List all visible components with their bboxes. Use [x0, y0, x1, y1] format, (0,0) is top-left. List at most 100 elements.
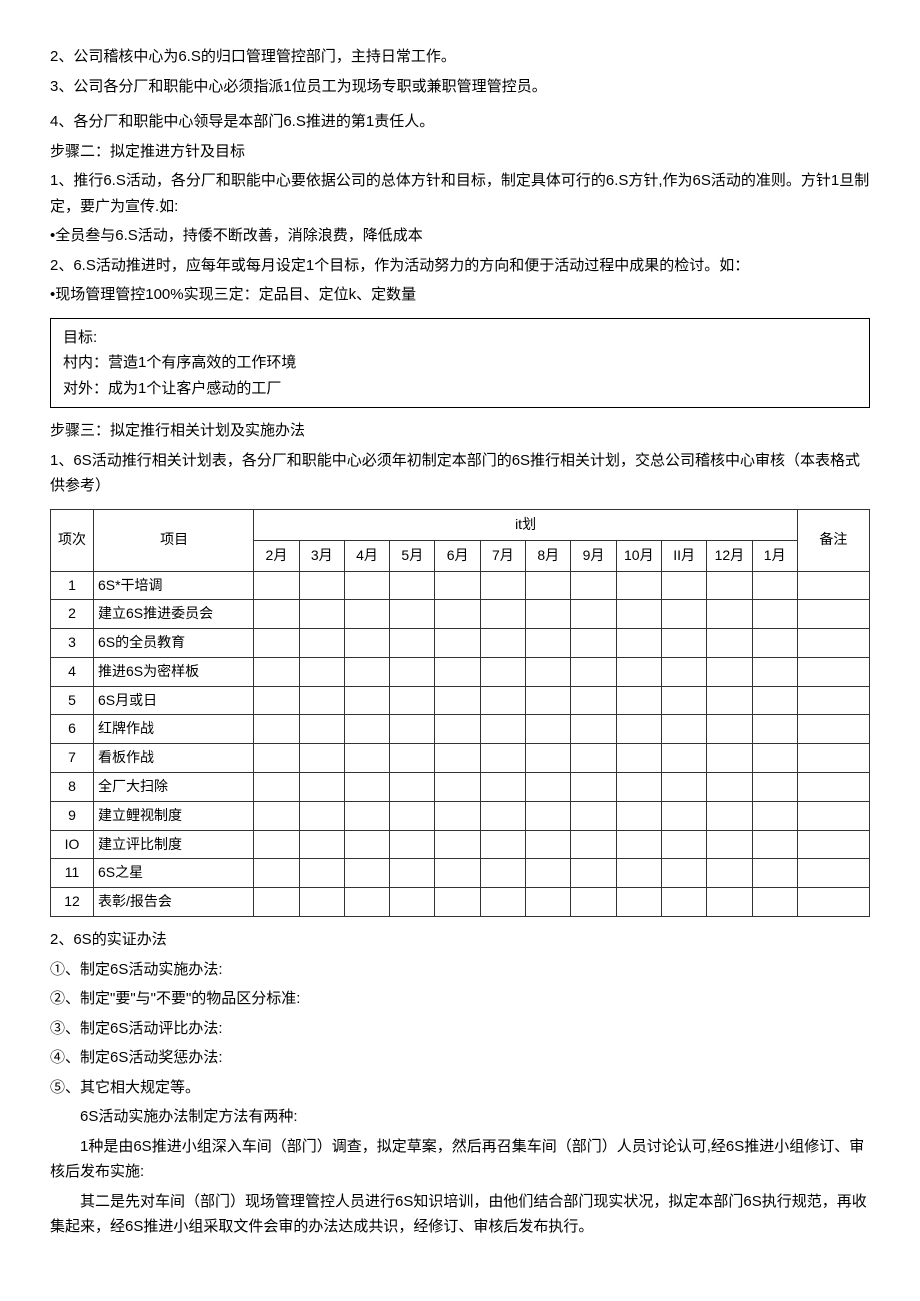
cell-month	[616, 773, 661, 802]
cell-remark	[797, 830, 869, 859]
cell-month	[526, 715, 571, 744]
paragraph: ②、制定"要"与"不要"的物品区分标准:	[50, 986, 870, 1012]
table-row: 36S的全员教育	[51, 629, 870, 658]
cell-seq: 1	[51, 571, 94, 600]
cell-month	[752, 773, 797, 802]
cell-month	[707, 773, 752, 802]
cell-month	[661, 600, 706, 629]
cell-month	[299, 715, 344, 744]
cell-month	[390, 859, 435, 888]
cell-item: 6S的全员教育	[93, 629, 253, 658]
cell-month	[571, 801, 616, 830]
cell-month	[661, 744, 706, 773]
box-line: 目标:	[63, 325, 857, 351]
cell-month	[254, 830, 299, 859]
cell-item: 6S*干培调	[93, 571, 253, 600]
cell-month	[435, 830, 480, 859]
cell-month	[752, 657, 797, 686]
cell-seq: 6	[51, 715, 94, 744]
cell-month	[480, 686, 525, 715]
table-row: 7看板作战	[51, 744, 870, 773]
cell-month	[435, 571, 480, 600]
cell-month	[390, 830, 435, 859]
cell-month	[254, 571, 299, 600]
cell-month	[752, 715, 797, 744]
cell-month	[661, 657, 706, 686]
paragraph: 6S活动实施办法制定方法有两种:	[50, 1104, 870, 1130]
cell-seq: 3	[51, 629, 94, 658]
cell-month	[435, 657, 480, 686]
th-month: 12月	[707, 540, 752, 571]
paragraph: ③、制定6S活动评比办法:	[50, 1016, 870, 1042]
table-row: 16S*干培调	[51, 571, 870, 600]
cell-month	[435, 600, 480, 629]
cell-month	[435, 801, 480, 830]
cell-month	[254, 715, 299, 744]
cell-month	[344, 744, 389, 773]
cell-month	[480, 715, 525, 744]
th-month: 7月	[480, 540, 525, 571]
cell-month	[344, 657, 389, 686]
cell-seq: 9	[51, 801, 94, 830]
cell-month	[254, 801, 299, 830]
cell-month	[752, 801, 797, 830]
paragraph: 其二是先对车间（部门）现场管理管控人员进行6S知识培训，由他们结合部门现实状况，…	[50, 1189, 870, 1240]
cell-remark	[797, 715, 869, 744]
cell-month	[435, 773, 480, 802]
cell-month	[526, 744, 571, 773]
cell-month	[752, 600, 797, 629]
cell-month	[254, 773, 299, 802]
cell-month	[526, 801, 571, 830]
cell-item: 全厂大扫除	[93, 773, 253, 802]
cell-month	[752, 686, 797, 715]
th-month: 3月	[299, 540, 344, 571]
table-row: 116S之星	[51, 859, 870, 888]
cell-month	[526, 686, 571, 715]
cell-month	[390, 686, 435, 715]
cell-month	[571, 773, 616, 802]
cell-remark	[797, 686, 869, 715]
cell-month	[616, 657, 661, 686]
cell-month	[526, 888, 571, 917]
cell-month	[661, 830, 706, 859]
th-month: 10月	[616, 540, 661, 571]
cell-month	[299, 744, 344, 773]
paragraph: ⑤、其它相大规定等。	[50, 1075, 870, 1101]
cell-month	[616, 830, 661, 859]
cell-month	[344, 888, 389, 917]
table-row: 9建立鲤视制度	[51, 801, 870, 830]
cell-month	[707, 686, 752, 715]
cell-item: 表彰/报告会	[93, 888, 253, 917]
cell-month	[616, 600, 661, 629]
cell-month	[299, 571, 344, 600]
th-month: 6月	[435, 540, 480, 571]
cell-month	[344, 801, 389, 830]
table-row: 4推进6S为密样板	[51, 657, 870, 686]
cell-remark	[797, 744, 869, 773]
cell-month	[480, 744, 525, 773]
paragraph: 1、推行6.S活动，各分厂和职能中心要依据公司的总体方针和目标，制定具体可行的6…	[50, 168, 870, 219]
paragraph: 4、各分厂和职能中心领导是本部门6.S推进的第1责任人。	[50, 109, 870, 135]
cell-month	[390, 600, 435, 629]
cell-month	[480, 801, 525, 830]
cell-month	[299, 801, 344, 830]
cell-month	[299, 773, 344, 802]
cell-month	[299, 859, 344, 888]
cell-item: 建立鲤视制度	[93, 801, 253, 830]
cell-month	[571, 859, 616, 888]
cell-month	[435, 715, 480, 744]
cell-month	[526, 830, 571, 859]
cell-month	[390, 744, 435, 773]
goal-box: 目标: 村内：营造1个有序高效的工作环境 对外：成为1个让客户感动的工厂	[50, 318, 870, 409]
cell-remark	[797, 801, 869, 830]
cell-month	[616, 801, 661, 830]
cell-month	[707, 571, 752, 600]
box-line: 村内：营造1个有序高效的工作环境	[63, 350, 857, 376]
cell-month	[254, 686, 299, 715]
cell-seq: 7	[51, 744, 94, 773]
cell-remark	[797, 629, 869, 658]
cell-month	[480, 629, 525, 658]
table-row: 2建立6S推进委员会	[51, 600, 870, 629]
cell-month	[480, 888, 525, 917]
paragraph: ④、制定6S活动奖惩办法:	[50, 1045, 870, 1071]
